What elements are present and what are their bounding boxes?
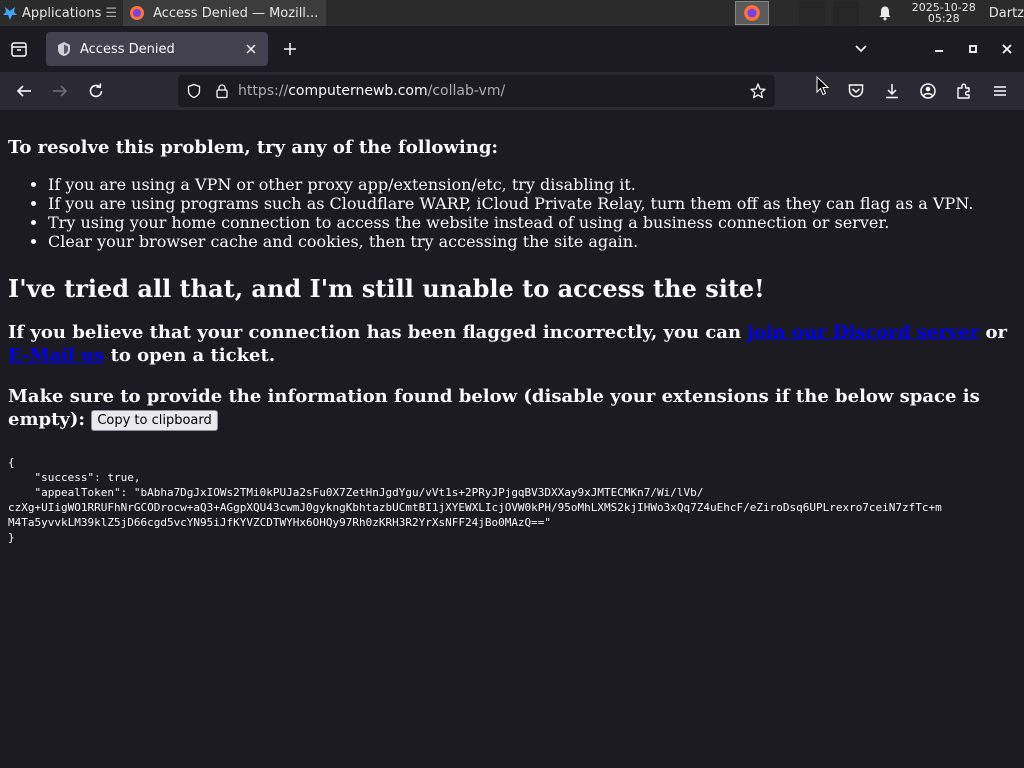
minimize-icon[interactable] xyxy=(929,39,949,59)
account-icon[interactable] xyxy=(918,81,938,101)
lock-icon[interactable] xyxy=(214,83,230,99)
email-link[interactable]: E-Mail us xyxy=(8,345,104,366)
notification-bell-icon[interactable] xyxy=(877,5,893,21)
reload-icon[interactable] xyxy=(86,81,106,101)
downloads-icon[interactable] xyxy=(882,81,902,101)
url-text[interactable]: https://computernewb.com/collab-vm/ xyxy=(238,83,749,99)
maximize-icon[interactable] xyxy=(963,39,983,59)
still-unable-heading: I've tried all that, and I'm still unabl… xyxy=(8,274,765,303)
taskbar-window-title: Access Denied — Mozill... xyxy=(153,5,319,21)
mouse-cursor-icon xyxy=(816,76,830,96)
menu-separator-icon: ☰ xyxy=(105,5,118,21)
list-item: Clear your browser cache and cookies, th… xyxy=(48,232,1016,251)
clock-time: 05:28 xyxy=(927,12,960,25)
list-all-tabs-icon[interactable] xyxy=(853,42,869,56)
navigation-toolbar: https://computernewb.com/collab-vm/ xyxy=(0,72,1024,110)
contact-suffix: to open a ticket. xyxy=(110,345,276,366)
pocket-icon[interactable] xyxy=(846,81,866,101)
list-item: Try using your home connection to access… xyxy=(48,213,1016,232)
tray-slot[interactable] xyxy=(832,1,859,25)
extensions-icon[interactable] xyxy=(954,81,974,101)
url-host: computernewb.com xyxy=(288,83,428,99)
applications-label: Applications xyxy=(22,5,102,21)
desktop-panel: Applications ☰ Access Denied — Mozill...… xyxy=(0,0,1024,26)
contact-prefix: If you believe that your connection has … xyxy=(8,322,742,343)
url-path: /collab-vm/ xyxy=(427,83,506,99)
forward-icon[interactable] xyxy=(50,81,70,101)
info-paragraph: Make sure to provide the information fou… xyxy=(8,385,1008,431)
page-content: To resolve this problem, try any of the … xyxy=(0,110,1024,768)
tray-firefox-button[interactable] xyxy=(734,1,769,25)
user-name[interactable]: Dartz xyxy=(989,6,1024,21)
tab-access-denied[interactable]: Access Denied xyxy=(46,32,268,66)
panel-clock[interactable]: 2025-10-28 05:28 xyxy=(909,2,979,24)
taskbar-window-button[interactable]: Access Denied — Mozill... xyxy=(123,0,327,26)
tab-strip: Access Denied xyxy=(0,26,1024,72)
tracking-protection-shield-icon[interactable] xyxy=(186,83,202,99)
close-tab-icon[interactable] xyxy=(244,42,258,56)
appeal-info-output: { "success": true, "appealToken": "bAbha… xyxy=(8,456,942,544)
close-window-icon[interactable] xyxy=(997,39,1017,59)
tray-slot[interactable] xyxy=(798,1,825,25)
url-bar[interactable]: https://computernewb.com/collab-vm/ xyxy=(178,75,775,107)
firefox-view-icon[interactable] xyxy=(9,39,29,59)
bookmark-star-icon[interactable] xyxy=(749,82,767,100)
fix-list: If you are using a VPN or other proxy ap… xyxy=(48,175,1016,251)
discord-link[interactable]: join our Discord server xyxy=(747,322,979,343)
copy-to-clipboard-button[interactable]: Copy to clipboard xyxy=(91,409,218,431)
favicon-icon xyxy=(58,42,70,56)
new-tab-icon[interactable] xyxy=(281,40,299,58)
contact-paragraph: If you believe that your connection has … xyxy=(8,321,1016,367)
firefox-tray-icon xyxy=(743,5,760,21)
hamburger-menu-icon[interactable] xyxy=(990,81,1010,101)
back-icon[interactable] xyxy=(14,81,34,101)
list-item: If you are using a VPN or other proxy ap… xyxy=(48,175,1016,194)
applications-menu[interactable]: Applications ☰ xyxy=(0,0,121,26)
resolve-heading: To resolve this problem, try any of the … xyxy=(8,137,499,158)
applications-icon xyxy=(3,7,17,20)
contact-or: or xyxy=(985,322,1008,343)
firefox-icon xyxy=(130,6,145,20)
tab-title: Access Denied xyxy=(80,41,175,57)
list-item: If you are using programs such as Cloudf… xyxy=(48,194,1016,213)
